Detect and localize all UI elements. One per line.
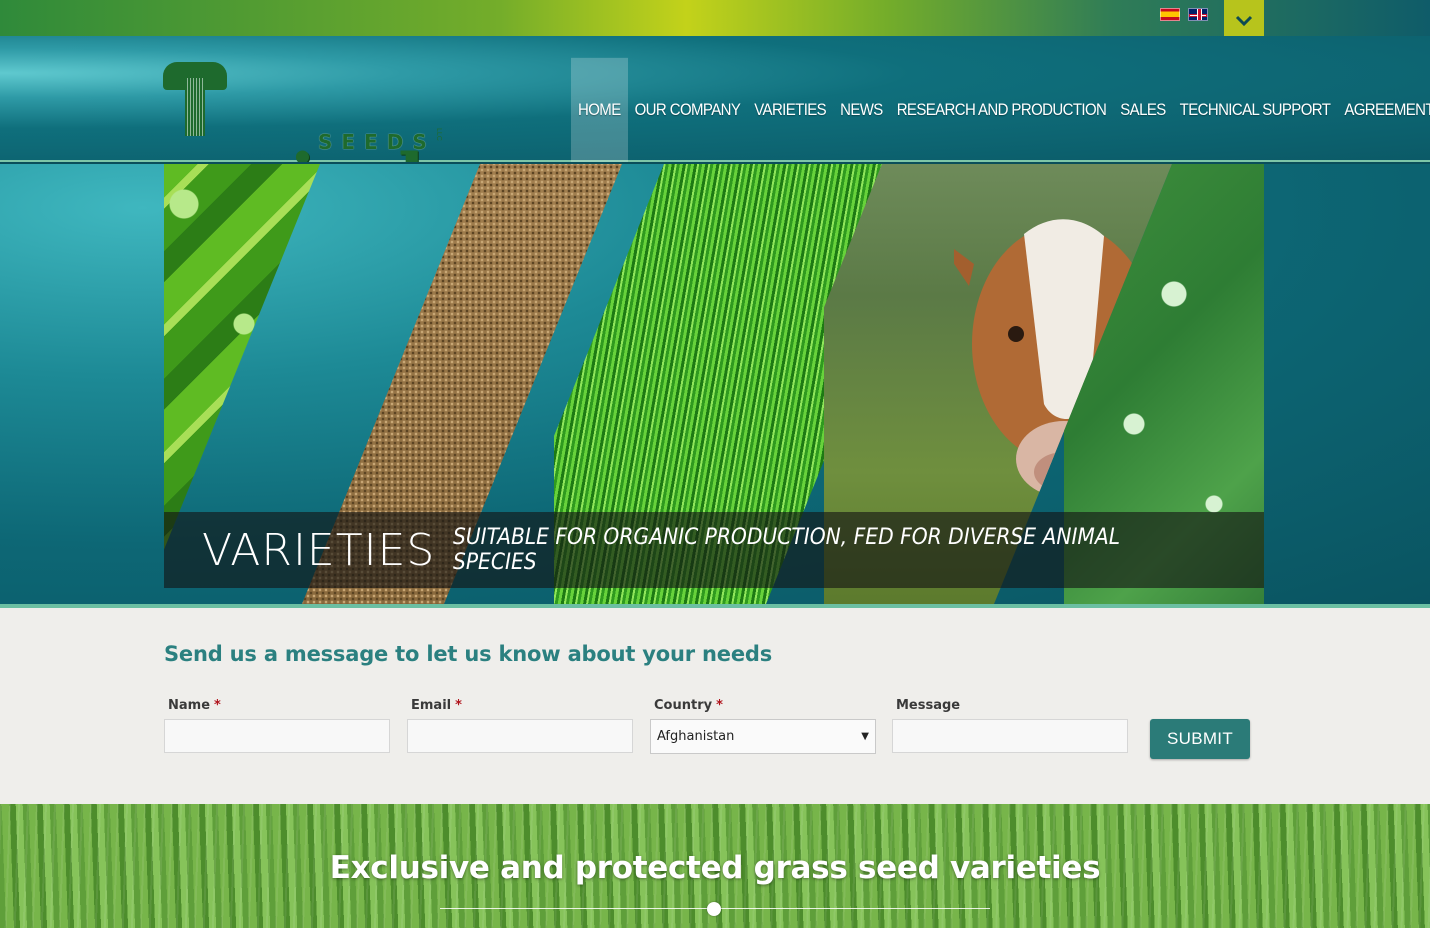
chevron-down-icon [1235, 15, 1253, 27]
varieties-section: Exclusive and protected grass seed varie… [0, 804, 1430, 928]
main-nav: HOME OUR COMPANY VARIETIES NEWS RESEARCH… [571, 57, 1430, 162]
nav-varieties[interactable]: VARIETIES [747, 58, 833, 162]
nav-agreements[interactable]: AGREEMENTS [1337, 58, 1430, 162]
top-bar [0, 0, 1430, 60]
dropdown-arrow-icon: ▼ [861, 731, 869, 742]
country-field: Country * Afghanistan ▼ [650, 698, 876, 754]
spanish-flag-icon[interactable] [1160, 8, 1180, 21]
email-label: Email * [411, 698, 462, 713]
nav-home[interactable]: HOME [571, 57, 628, 162]
country-label: Country * [654, 698, 723, 713]
country-select[interactable]: Afghanistan ▼ [650, 719, 876, 754]
required-marker: * [455, 698, 462, 713]
contact-form-section: Send us a message to let us know about y… [0, 608, 1430, 804]
message-input[interactable] [892, 719, 1128, 753]
nav-technical-support[interactable]: TECHNICAL SUPPORT [1173, 58, 1338, 162]
required-marker: * [214, 698, 221, 713]
logo-subtitle: SEEDS [318, 130, 436, 154]
email-field: Email * [407, 698, 633, 753]
required-marker: * [716, 698, 723, 713]
language-switcher [1160, 8, 1208, 21]
message-label: Message [896, 698, 961, 713]
message-field: Message [892, 698, 1128, 753]
page: ropical SEEDS LLC HOME OUR COMPANY VARIE… [0, 0, 1430, 928]
contact-title: Send us a message to let us know about y… [164, 642, 772, 666]
hero-banner[interactable]: VARIETIES SUITABLE FOR ORGANIC PRODUCTIO… [164, 164, 1264, 604]
divider-dot [707, 902, 721, 916]
banner-caption: VARIETIES SUITABLE FOR ORGANIC PRODUCTIO… [164, 512, 1264, 588]
name-label: Name * [168, 698, 221, 713]
banner-title: VARIETIES [202, 524, 436, 576]
submit-button[interactable]: SUBMIT [1150, 719, 1250, 759]
nav-our-company[interactable]: OUR COMPANY [628, 58, 748, 162]
email-input[interactable] [407, 719, 633, 753]
tropical-seeds-logo[interactable]: ropical SEEDS LLC [163, 42, 453, 221]
uk-flag-icon[interactable] [1188, 8, 1208, 21]
section-title: Exclusive and protected grass seed varie… [329, 850, 1101, 886]
nav-research-and-production[interactable]: RESEARCH AND PRODUCTION [890, 58, 1114, 162]
logo-t-glyph [163, 58, 227, 136]
name-input[interactable] [164, 719, 390, 753]
logo-llc: LLC [435, 128, 442, 141]
country-select-value: Afghanistan [657, 729, 735, 744]
site-header: ropical SEEDS LLC HOME OUR COMPANY VARIE… [0, 36, 1430, 221]
nav-news[interactable]: NEWS [833, 58, 890, 162]
banner-subtitle: SUITABLE FOR ORGANIC PRODUCTION, FED FOR… [453, 525, 1121, 575]
nav-sales[interactable]: SALES [1113, 58, 1172, 162]
name-field: Name * [164, 698, 390, 753]
